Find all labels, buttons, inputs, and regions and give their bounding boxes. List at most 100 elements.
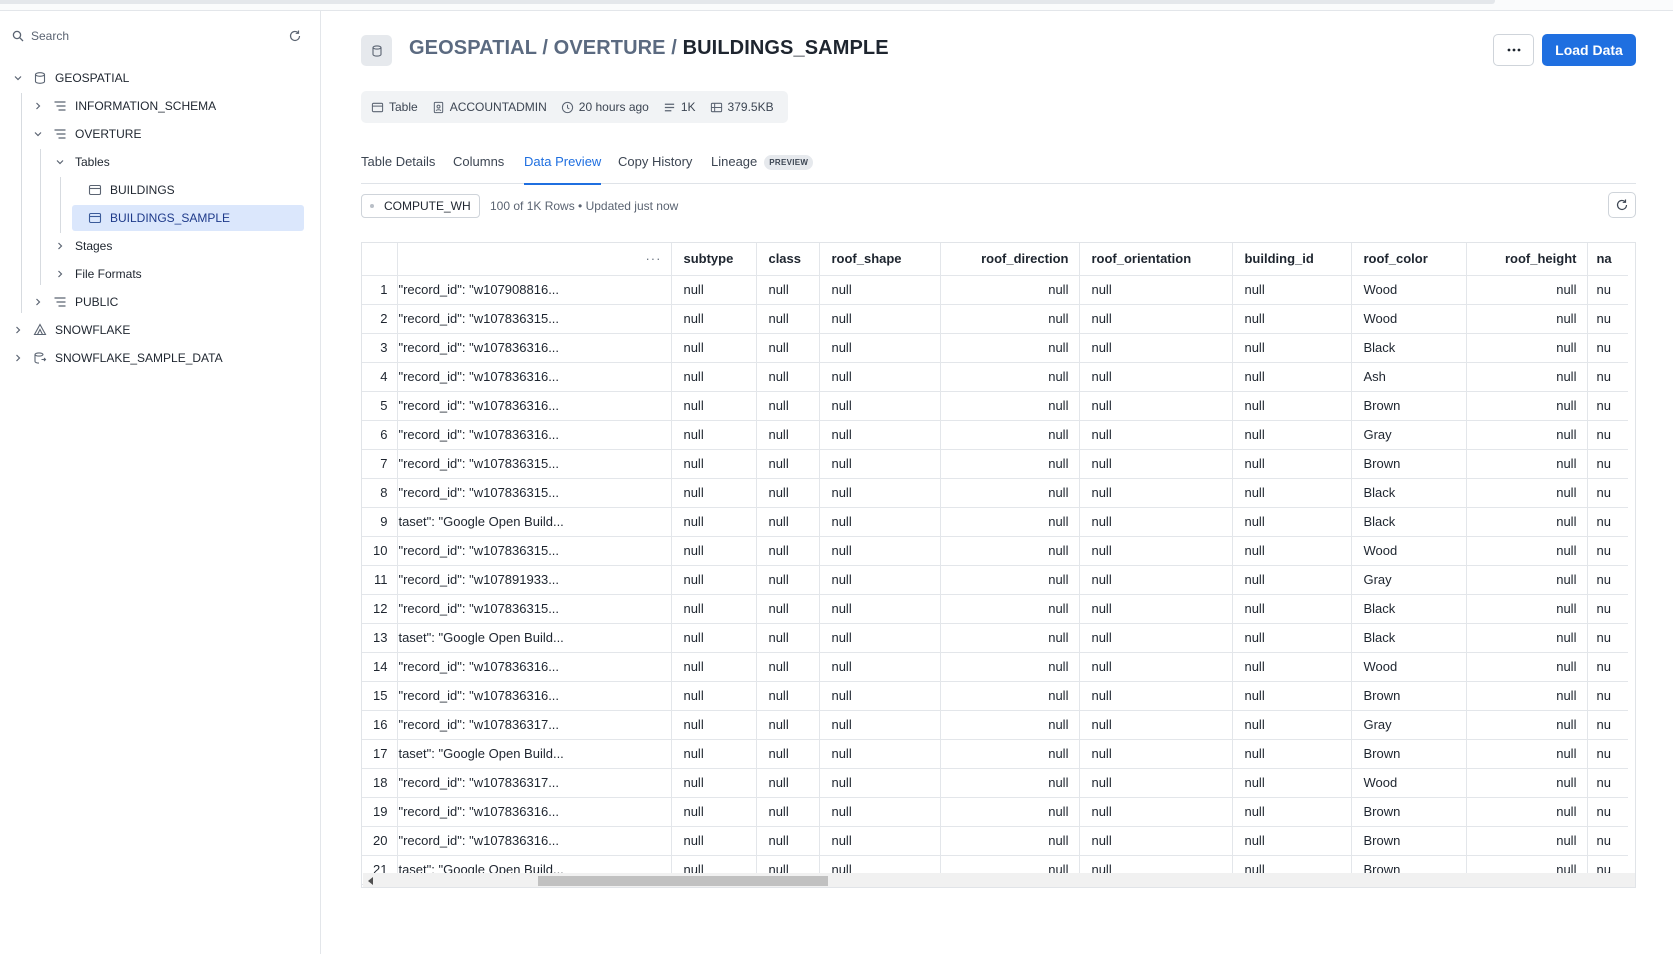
roof-orientation-cell[interactable]: null	[1079, 681, 1234, 711]
roof-direction-cell[interactable]: null	[940, 420, 1081, 450]
subtype-cell[interactable]: null	[671, 565, 758, 595]
building-id-cell[interactable]: null	[1232, 449, 1353, 479]
roof-color-cell[interactable]: Black	[1351, 594, 1468, 624]
roof-orientation-cell[interactable]: null	[1079, 391, 1234, 421]
name-cell[interactable]: nu	[1587, 449, 1628, 479]
sources-cell[interactable]: taset": "Google Open Build...	[397, 507, 673, 537]
roof-height-cell[interactable]: null	[1466, 768, 1589, 798]
class-cell[interactable]: null	[756, 594, 821, 624]
building-id-cell[interactable]: null	[1232, 507, 1353, 537]
name-cell[interactable]: nu	[1587, 826, 1628, 856]
class-cell[interactable]: null	[756, 623, 821, 653]
tree-item-file-formats[interactable]: File Formats	[54, 261, 302, 287]
roof-shape-cell[interactable]: null	[819, 623, 942, 653]
subtype-cell[interactable]: null	[671, 594, 758, 624]
row-number-cell[interactable]: 18	[362, 768, 399, 798]
roof-direction-cell[interactable]: null	[940, 507, 1081, 537]
building-id-cell[interactable]: null	[1232, 391, 1353, 421]
tree-item-stages[interactable]: Stages	[54, 233, 302, 259]
roof-direction-cell[interactable]: null	[940, 739, 1081, 769]
sources-cell[interactable]: "record_id": "w107836316...	[397, 333, 673, 363]
tree-item-geospatial[interactable]: GEOSPATIAL	[12, 65, 302, 91]
roof-height-cell[interactable]: null	[1466, 304, 1589, 334]
tree-item-buildings-sample[interactable]: BUILDINGS_SAMPLE	[72, 205, 304, 231]
roof-color-cell[interactable]: Brown	[1351, 449, 1468, 479]
tree-item-snowflake-sample-data[interactable]: SNOWFLAKE_SAMPLE_DATA	[12, 345, 302, 371]
name-cell[interactable]: nu	[1587, 478, 1628, 508]
roof-shape-cell[interactable]: null	[819, 797, 942, 827]
subtype-cell[interactable]: null	[671, 797, 758, 827]
roof-height-cell[interactable]: null	[1466, 362, 1589, 392]
class-cell[interactable]: null	[756, 710, 821, 740]
roof-shape-cell[interactable]: null	[819, 391, 942, 421]
row-number-cell[interactable]: 3	[362, 333, 399, 363]
table-row[interactable]: 8 "record_id": "w107836315... null null null…	[362, 478, 1628, 508]
roof-color-cell[interactable]: Black	[1351, 478, 1468, 508]
name-cell[interactable]: nu	[1587, 681, 1628, 711]
class-cell[interactable]: null	[756, 536, 821, 566]
sources-cell[interactable]: "record_id": "w107836316...	[397, 797, 673, 827]
sources-cell[interactable]: "record_id": "w107836316...	[397, 391, 673, 421]
roof-orientation-cell[interactable]: null	[1079, 536, 1234, 566]
table-row[interactable]: 3 "record_id": "w107836316... null null null…	[362, 333, 1628, 363]
roof-color-cell[interactable]: Black	[1351, 333, 1468, 363]
subtype-cell[interactable]: null	[671, 507, 758, 537]
table-row[interactable]: 14 "record_id": "w107836316... null null nul…	[362, 652, 1628, 682]
table-row[interactable]: 9 taset": "Google Open Build... null null nu…	[362, 507, 1628, 537]
roof-height-cell[interactable]: null	[1466, 681, 1589, 711]
roof-orientation-cell[interactable]: null	[1079, 565, 1234, 595]
building-id-cell[interactable]: null	[1232, 797, 1353, 827]
warehouse-selector[interactable]: COMPUTE_WH	[361, 194, 480, 218]
subtype-cell[interactable]: null	[671, 826, 758, 856]
roof-color-cell[interactable]: Wood	[1351, 304, 1468, 334]
row-number-cell[interactable]: 19	[362, 797, 399, 827]
row-number-cell[interactable]: 20	[362, 826, 399, 856]
sources-cell[interactable]: taset": "Google Open Build...	[397, 739, 673, 769]
class-cell[interactable]: null	[756, 420, 821, 450]
row-number-cell[interactable]: 1	[362, 275, 399, 305]
building-id-cell[interactable]: null	[1232, 710, 1353, 740]
roof-color-cell[interactable]: Brown	[1351, 391, 1468, 421]
sidebar-search[interactable]: Search	[12, 25, 302, 47]
class-cell[interactable]: null	[756, 739, 821, 769]
row-number-cell[interactable]: 4	[362, 362, 399, 392]
class-cell[interactable]: null	[756, 478, 821, 508]
roof-orientation-cell[interactable]: null	[1079, 449, 1234, 479]
table-row[interactable]: 15 "record_id": "w107836316... null null nul…	[362, 681, 1628, 711]
column-header-sources[interactable]: ···	[397, 243, 673, 276]
roof-direction-cell[interactable]: null	[940, 565, 1081, 595]
building-id-cell[interactable]: null	[1232, 739, 1353, 769]
roof-direction-cell[interactable]: null	[940, 478, 1081, 508]
sources-cell[interactable]: "record_id": "w107836317...	[397, 768, 673, 798]
roof-color-cell[interactable]: Wood	[1351, 536, 1468, 566]
roof-shape-cell[interactable]: null	[819, 826, 942, 856]
roof-shape-cell[interactable]: null	[819, 478, 942, 508]
tab-data-preview[interactable]: Data Preview	[524, 143, 602, 185]
subtype-cell[interactable]: null	[671, 768, 758, 798]
sources-cell[interactable]: "record_id": "w107908816...	[397, 275, 673, 305]
name-cell[interactable]: nu	[1587, 710, 1628, 740]
roof-direction-cell[interactable]: null	[940, 797, 1081, 827]
tree-item-information-schema[interactable]: INFORMATION_SCHEMA	[32, 93, 302, 119]
name-cell[interactable]: nu	[1587, 391, 1628, 421]
column-header-subtype[interactable]: subtype	[671, 243, 758, 276]
roof-orientation-cell[interactable]: null	[1079, 797, 1234, 827]
roof-color-cell[interactable]: Black	[1351, 623, 1468, 653]
tab-table-details[interactable]: Table Details	[361, 143, 435, 184]
subtype-cell[interactable]: null	[671, 710, 758, 740]
building-id-cell[interactable]: null	[1232, 536, 1353, 566]
class-cell[interactable]: null	[756, 681, 821, 711]
roof-direction-cell[interactable]: null	[940, 333, 1081, 363]
building-id-cell[interactable]: null	[1232, 362, 1353, 392]
roof-shape-cell[interactable]: null	[819, 536, 942, 566]
building-id-cell[interactable]: null	[1232, 565, 1353, 595]
column-header-name[interactable]: na	[1587, 243, 1628, 276]
sources-cell[interactable]: "record_id": "w107836316...	[397, 681, 673, 711]
column-header-roof-height[interactable]: roof_height	[1466, 243, 1589, 276]
roof-orientation-cell[interactable]: null	[1079, 739, 1234, 769]
table-row[interactable]: 11 "record_id": "w107891933... null null nul…	[362, 565, 1628, 595]
tab-copy-history[interactable]: Copy History	[618, 143, 692, 184]
subtype-cell[interactable]: null	[671, 739, 758, 769]
column-header-roof-shape[interactable]: roof_shape	[819, 243, 942, 276]
name-cell[interactable]: nu	[1587, 536, 1628, 566]
